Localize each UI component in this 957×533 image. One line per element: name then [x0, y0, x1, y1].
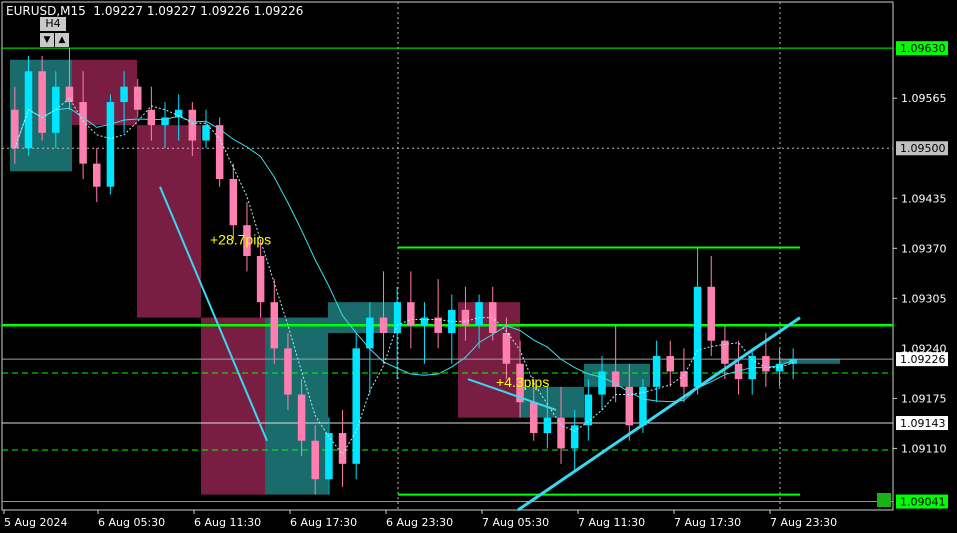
chart-window[interactable]: { "header": { "symbol_line": "EURUSD,M15… [0, 0, 957, 533]
scroll-up-icon[interactable]: ▲ [55, 33, 69, 47]
candle [256, 256, 265, 303]
candle [680, 371, 688, 387]
pips-annotation-1: +28.7pips [210, 231, 271, 247]
chart-shift-icon[interactable]: - [877, 493, 891, 507]
htf-box-3 [201, 317, 265, 495]
pips-annotation-2: +4.3pips [496, 374, 549, 390]
price-label: 1.09500 [900, 142, 946, 155]
candle [502, 332, 511, 364]
candle [407, 302, 415, 326]
x-tick-label: 6 Aug 17:30 [290, 516, 357, 529]
x-tick-label: 7 Aug 11:30 [578, 516, 645, 529]
candle [366, 317, 374, 349]
candle [202, 125, 210, 141]
scroll-down-icon[interactable]: ▼ [40, 33, 54, 47]
price-label: 1.09630 [900, 42, 946, 55]
candle [120, 86, 128, 103]
candle [379, 317, 388, 333]
candle [79, 102, 87, 164]
candle [297, 394, 306, 441]
candle [229, 179, 238, 226]
candle [461, 309, 470, 326]
candle [338, 433, 347, 464]
candle [284, 348, 292, 395]
candle [475, 302, 483, 326]
candle [584, 394, 593, 426]
y-tick-label: 1.09565 [901, 92, 947, 105]
candle [666, 356, 675, 372]
candle [420, 317, 429, 326]
candle [557, 417, 565, 449]
candle [93, 163, 101, 187]
candle [707, 286, 715, 341]
x-tick-label: 6 Aug 05:30 [98, 516, 165, 529]
candle [393, 302, 401, 333]
x-tick-label: 7 Aug 17:30 [674, 516, 741, 529]
x-tick-label: 7 Aug 23:30 [770, 516, 837, 529]
candle [133, 86, 142, 110]
y-tick-label: 1.09305 [901, 292, 947, 305]
x-tick-label: 5 Aug 2024 [4, 516, 67, 529]
candle [38, 71, 46, 133]
x-tick-label: 7 Aug 05:30 [482, 516, 549, 529]
price-label: 1.09143 [900, 417, 946, 430]
price-label: 1.09226 [900, 353, 946, 366]
candle [188, 109, 197, 141]
x-tick-label: 6 Aug 11:30 [194, 516, 261, 529]
y-tick-label: 1.09110 [901, 442, 947, 455]
htf-box-2 [137, 125, 201, 318]
candle [311, 440, 319, 480]
price-chart[interactable]: +28.7pips +4.3pips 1.09565 1.09435 1.09370 1.… [0, 0, 957, 533]
candle [106, 102, 115, 187]
candle [11, 109, 19, 149]
moving-average-slow [14, 107, 794, 403]
candle [270, 302, 279, 349]
timeframe-button[interactable]: H4 [40, 17, 66, 31]
y-tick-label: 1.09435 [901, 192, 947, 205]
candle [625, 386, 634, 426]
candle [598, 371, 606, 395]
candle [215, 125, 224, 180]
candle [352, 348, 360, 464]
candle [147, 109, 156, 126]
candle [529, 402, 538, 434]
candle [762, 356, 770, 372]
candle [543, 417, 552, 434]
y-tick-label: 1.09175 [901, 392, 947, 405]
candle [652, 356, 661, 387]
price-label: 1.09041 [900, 496, 946, 509]
candle [65, 86, 74, 103]
symbol-info: EURUSD,M15 1.09227 1.09227 1.09226 1.092… [6, 4, 304, 18]
candle [489, 302, 497, 333]
y-tick-label: 1.09370 [901, 242, 947, 255]
candle [611, 371, 620, 387]
x-tick-label: 6 Aug 23:30 [386, 516, 453, 529]
candle [693, 286, 702, 387]
